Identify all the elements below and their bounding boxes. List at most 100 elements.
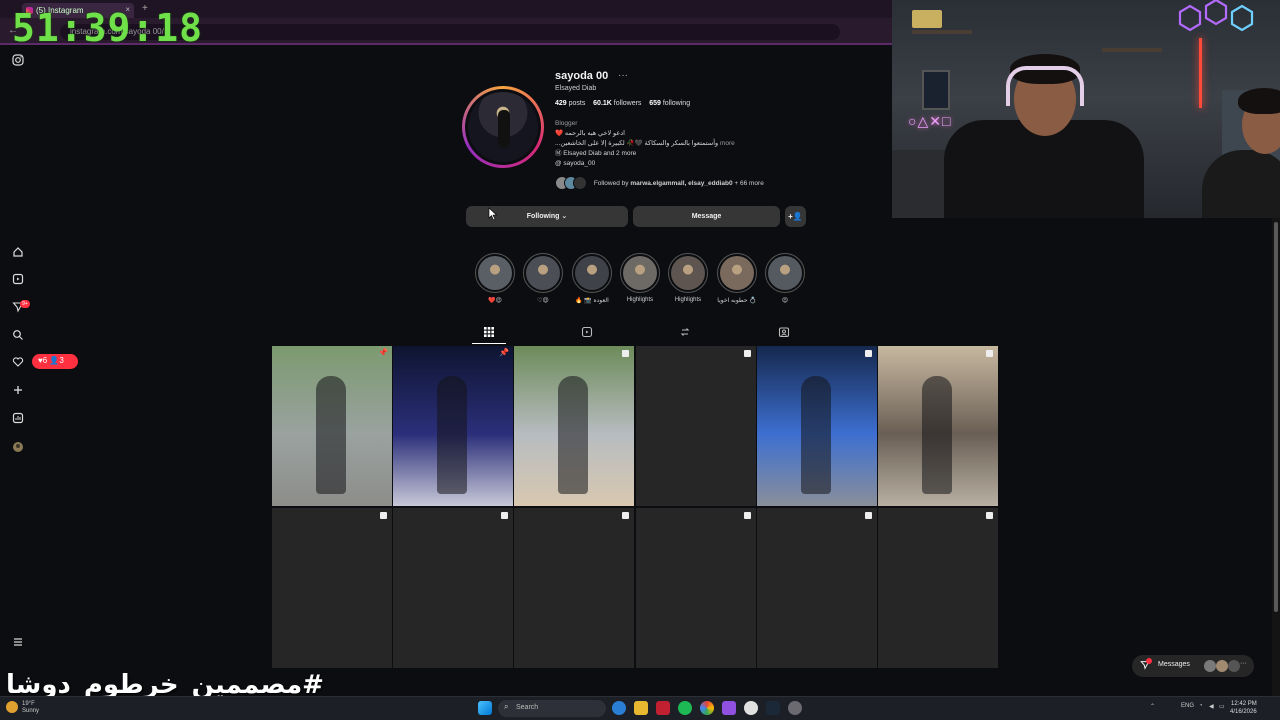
messages-unread-dot xyxy=(1146,658,1152,664)
highlight-image xyxy=(575,256,609,290)
post-thumbnail[interactable] xyxy=(757,508,877,668)
battery-icon[interactable]: ▭ xyxy=(1219,703,1225,710)
windows-start-icon[interactable] xyxy=(478,701,492,715)
tab-posts-grid-icon[interactable] xyxy=(482,326,496,340)
followed-by[interactable]: Followed by marwa.elgammall, elsay_eddia… xyxy=(555,176,764,192)
spotify-icon[interactable] xyxy=(678,701,692,715)
messages-badge: 9+ xyxy=(20,300,30,308)
profile-full-name: Elsayed Diab xyxy=(555,85,597,92)
multi-post-icon xyxy=(986,350,993,357)
threads-handle[interactable]: @ sayoda_00 xyxy=(555,159,735,169)
messages-more-icon[interactable]: ··· xyxy=(1240,660,1247,667)
following-count[interactable]: 659 xyxy=(649,100,661,107)
post-thumbnail[interactable] xyxy=(757,346,877,506)
instagram-logo-icon[interactable] xyxy=(10,54,26,70)
post-thumbnail[interactable] xyxy=(514,508,634,668)
highlight-cover xyxy=(668,253,708,293)
message-button[interactable]: Message xyxy=(633,206,780,227)
weather-icon[interactable] xyxy=(6,701,18,713)
home-icon[interactable] xyxy=(10,246,26,262)
followed-by-names: marwa.elgammall, elsay_eddiab0 xyxy=(630,179,733,187)
heart-notifications-icon[interactable] xyxy=(10,356,26,372)
steam-icon[interactable] xyxy=(766,701,780,715)
windows-taskbar: 19°F Sunny ⌕ Search ⌃ ENG ◔ ◀ ▭ 12:42 PM… xyxy=(0,696,1280,720)
tab-reels-icon[interactable] xyxy=(580,326,594,340)
highlight-image xyxy=(768,256,802,290)
post-thumbnail[interactable]: 📌 xyxy=(393,346,513,506)
weather-widget[interactable]: 19°F Sunny xyxy=(22,701,39,715)
highlight-item[interactable]: ♡😍 xyxy=(522,253,564,304)
highlight-cover xyxy=(572,253,612,293)
bio-line-2: ...وأستمتعوا بالسكر والسكاكة 🖤🥀 لكبيرة إ… xyxy=(555,140,719,147)
post-thumbnail[interactable] xyxy=(878,346,998,506)
app-icon[interactable] xyxy=(722,701,736,715)
options-more-icon[interactable]: ··· xyxy=(618,70,628,81)
notification-pill[interactable]: ♥6 👤3 xyxy=(32,354,78,369)
file-explorer-icon[interactable] xyxy=(634,701,648,715)
multi-post-icon xyxy=(986,512,993,519)
edge-browser-icon[interactable] xyxy=(612,701,626,715)
post-thumbnail[interactable] xyxy=(272,508,392,668)
post-thumbnail[interactable] xyxy=(393,508,513,668)
tab-tagged-icon[interactable] xyxy=(777,326,791,340)
search-placeholder: Search xyxy=(516,704,539,711)
highlight-item[interactable]: 🔥 📸 العوده xyxy=(571,253,613,304)
highlight-image xyxy=(526,256,560,290)
volume-icon[interactable]: ◀ xyxy=(1209,703,1214,710)
following-label[interactable]: following xyxy=(663,100,690,107)
highlight-label: 🔥 📸 العوده xyxy=(575,298,609,304)
multi-post-icon xyxy=(501,512,508,519)
followers-label[interactable]: followers xyxy=(614,100,642,107)
highlight-item[interactable]: ❤️😍 xyxy=(474,253,516,304)
language-indicator[interactable]: ENG xyxy=(1181,703,1194,709)
multi-post-icon xyxy=(744,350,751,357)
post-subject xyxy=(316,376,346,494)
multi-post-icon xyxy=(622,350,629,357)
profile-category: Blogger xyxy=(555,120,578,127)
tray-chevron-icon[interactable]: ⌃ xyxy=(1150,703,1155,710)
messages-label: Messages xyxy=(1158,661,1190,668)
obs-icon[interactable] xyxy=(744,701,758,715)
highlight-item[interactable]: Highlights xyxy=(619,253,661,303)
reels-icon[interactable] xyxy=(10,273,26,289)
pinned-icon: 📌 xyxy=(499,348,509,357)
post-thumbnail[interactable]: 📌 xyxy=(272,346,392,506)
highlight-item[interactable]: 😍 xyxy=(764,253,806,304)
profile-avatar-icon[interactable] xyxy=(10,441,26,457)
post-thumbnail[interactable] xyxy=(514,346,634,506)
highlight-item[interactable]: Highlights xyxy=(667,253,709,303)
bio-links[interactable]: Ⓜ Elsayed Diab and 2 more xyxy=(555,149,735,159)
chrome-icon[interactable] xyxy=(700,701,714,715)
followed-by-suffix: + 66 more xyxy=(734,179,764,187)
mouse-cursor-icon xyxy=(488,207,498,224)
posts-grid: 📌 📌 xyxy=(272,346,1000,668)
headphones xyxy=(1006,66,1084,106)
taskbar-search[interactable]: ⌕ Search xyxy=(498,700,606,717)
wall-poster xyxy=(912,10,942,28)
search-icon[interactable] xyxy=(10,329,26,345)
post-thumbnail[interactable] xyxy=(636,346,756,506)
messages-pill[interactable]: Messages ··· xyxy=(1132,655,1254,677)
create-plus-icon[interactable] xyxy=(10,384,26,400)
profile-avatar[interactable] xyxy=(462,86,544,168)
app-icon[interactable] xyxy=(656,701,670,715)
highlight-item[interactable]: حطوبه اخويا 💍 xyxy=(716,253,758,304)
dashboard-icon[interactable] xyxy=(10,412,26,428)
post-thumbnail[interactable] xyxy=(878,508,998,668)
followers-count[interactable]: 60.1K xyxy=(593,100,612,107)
settings-gear-icon[interactable] xyxy=(788,701,802,715)
tab-repost-icon[interactable] xyxy=(678,326,692,340)
post-subject xyxy=(922,376,952,494)
guest-body xyxy=(1202,150,1280,218)
bio-more-link[interactable]: more xyxy=(720,140,735,147)
post-thumbnail[interactable] xyxy=(636,508,756,668)
highlight-image xyxy=(671,256,705,290)
clock[interactable]: 12:42 PM 4/16/2026 xyxy=(1230,700,1257,716)
suggest-user-button[interactable]: +👤 xyxy=(785,206,806,227)
message-avatar xyxy=(1228,660,1240,672)
wifi-icon[interactable]: ◔ xyxy=(1199,703,1203,709)
menu-hamburger-icon[interactable] xyxy=(10,636,26,652)
room-shelf xyxy=(912,30,972,34)
scrollbar-thumb[interactable] xyxy=(1274,222,1278,612)
weather-temp: 19°F xyxy=(22,701,35,707)
